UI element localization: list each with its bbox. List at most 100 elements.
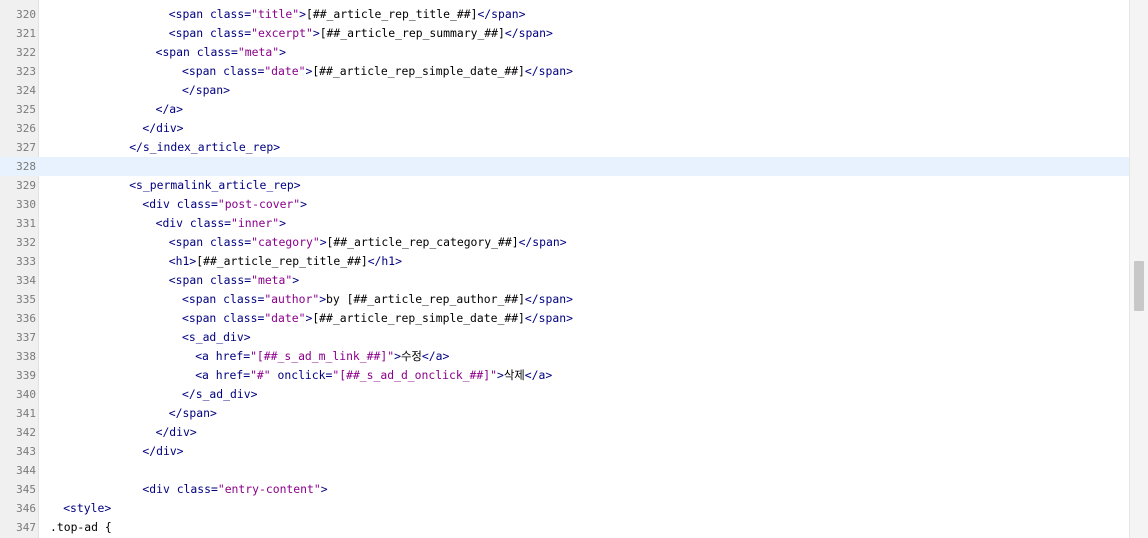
vertical-scrollbar[interactable]: [1129, 0, 1148, 538]
line-code: <span class="meta">: [156, 43, 286, 62]
code-token: "title": [251, 7, 300, 21]
code-line[interactable]: 331 <div class="inner">: [0, 214, 1130, 233]
code-token: href=: [215, 368, 251, 382]
code-line[interactable]: 334 <span class="meta">: [0, 271, 1130, 290]
code-line[interactable]: 337 <s_ad_div>: [0, 328, 1130, 347]
code-token: <div: [142, 197, 177, 211]
code-line[interactable]: 323 <span class="date">[##_article_rep_si…: [0, 62, 1130, 81]
code-token: <style>: [63, 501, 112, 515]
code-line[interactable]: 328: [0, 157, 1130, 176]
code-line[interactable]: 321 <span class="excerpt">[##_article_rep…: [0, 24, 1130, 43]
line-code: <style>: [63, 499, 111, 518]
code-token: class=: [209, 7, 252, 21]
code-token: >: [292, 273, 300, 287]
code-line[interactable]: 343 </div>: [0, 442, 1130, 461]
line-number: 343: [16, 445, 36, 458]
code-token: class=: [209, 235, 252, 249]
code-editor[interactable]: 320 <span class="title">[##_article_rep_t…: [0, 0, 1148, 538]
code-token: <span: [168, 273, 210, 287]
code-token: </h1>: [367, 254, 402, 268]
code-line[interactable]: 329 <s_permalink_article_rep>: [0, 176, 1130, 195]
code-token: [##_article_rep_category_##]: [326, 235, 519, 249]
line-number: 327: [16, 141, 36, 154]
line-code: <span class="date">[##_article_rep_simpl…: [182, 62, 573, 81]
code-line[interactable]: 326 </div>: [0, 119, 1130, 138]
code-token: <span: [182, 292, 224, 306]
code-token: "entry-content": [217, 482, 321, 496]
line-number: 328: [16, 160, 36, 173]
code-line[interactable]: 325 </a>: [0, 100, 1130, 119]
line-number: 347: [16, 521, 36, 534]
code-token: "#": [250, 368, 271, 382]
code-token: .top-ad {: [50, 520, 112, 534]
code-line[interactable]: 333 <h1>[##_article_rep_title_##]</h1>: [0, 252, 1130, 271]
code-token: >: [320, 482, 328, 496]
code-token: "post-cover": [217, 197, 301, 211]
code-line[interactable]: 332 <span class="category">[##_article_re…: [0, 233, 1130, 252]
scrollbar-thumb[interactable]: [1134, 261, 1144, 311]
code-line[interactable]: 324 </span>: [0, 81, 1130, 100]
code-line[interactable]: 322 <span class="meta">: [0, 43, 1130, 62]
code-line[interactable]: 346 <style>: [0, 499, 1130, 518]
code-token: </div>: [142, 444, 184, 458]
line-code: <s_permalink_article_rep>: [129, 176, 300, 195]
code-line[interactable]: 327 </s_index_article_rep>: [0, 138, 1130, 157]
code-token: "[##_s_ad_d_onclick_##]": [332, 368, 497, 382]
line-code: <span class="date">[##_article_rep_simpl…: [182, 309, 573, 328]
code-token: </a>: [524, 368, 553, 382]
code-token: </a>: [421, 349, 450, 363]
code-token: </span>: [518, 235, 567, 249]
line-number: 337: [16, 331, 36, 344]
code-line[interactable]: 341 </span>: [0, 404, 1130, 423]
code-token: </span>: [168, 406, 217, 420]
code-line[interactable]: 335 <span class="author">by [##_article_r…: [0, 290, 1130, 309]
line-code: </s_ad_div>: [182, 385, 257, 404]
code-line[interactable]: 339 <a href="#" onclick="[##_s_ad_d_oncli…: [0, 366, 1130, 385]
code-token: "excerpt": [251, 26, 313, 40]
code-token: by [##_article_rep_author_##]: [326, 292, 525, 306]
code-token: <span: [155, 45, 197, 59]
code-token: [##_article_rep_title_##]: [305, 7, 478, 21]
line-number: 341: [16, 407, 36, 420]
line-number: 346: [16, 502, 36, 515]
line-number: 344: [16, 464, 36, 477]
code-token: [##_article_rep_simple_date_##]: [312, 64, 525, 78]
line-number: 335: [16, 293, 36, 306]
code-token: "inner": [231, 216, 280, 230]
line-code: <h1>[##_article_rep_title_##]</h1>: [169, 252, 402, 271]
code-token: <h1>: [168, 254, 197, 268]
line-code: <s_ad_div>: [182, 328, 251, 347]
code-line[interactable]: 330 <div class="post-cover">: [0, 195, 1130, 214]
code-token: class=: [176, 482, 218, 496]
code-line[interactable]: 342 </div>: [0, 423, 1130, 442]
code-token: class=: [176, 197, 218, 211]
code-token: <s_ad_div>: [182, 330, 251, 344]
line-number: 329: [16, 179, 36, 192]
line-code: <div class="post-cover">: [142, 195, 307, 214]
code-token: >: [300, 197, 307, 211]
line-code: </a>: [156, 100, 183, 119]
line-code: </div>: [142, 119, 183, 138]
code-token: onclick=: [270, 368, 333, 382]
code-line[interactable]: 340 </s_ad_div>: [0, 385, 1130, 404]
line-number: 334: [16, 274, 36, 287]
code-line[interactable]: 344: [0, 461, 1130, 480]
line-number: 333: [16, 255, 36, 268]
code-token: </span>: [524, 64, 573, 78]
code-line[interactable]: 336 <span class="date">[##_article_rep_si…: [0, 309, 1130, 328]
line-code: </div>: [142, 442, 183, 461]
code-token: </s_ad_div>: [182, 387, 258, 401]
code-token: >: [299, 7, 306, 21]
line-number: 324: [16, 84, 36, 97]
code-line[interactable]: 338 <a href="[##_s_ad_m_link_##]">수정</a>: [0, 347, 1130, 366]
code-line[interactable]: 320 <span class="title">[##_article_rep_t…: [0, 5, 1130, 24]
line-number: 321: [16, 27, 36, 40]
line-code: <div class="entry-content">: [142, 480, 327, 499]
code-line[interactable]: 345 <div class="entry-content">: [0, 480, 1130, 499]
code-token: class=: [209, 273, 252, 287]
code-token: </span>: [524, 292, 573, 306]
code-line[interactable]: 347 .top-ad {: [0, 518, 1130, 537]
line-number: 320: [16, 8, 36, 21]
line-code: </span>: [169, 404, 217, 423]
line-number: 338: [16, 350, 36, 363]
